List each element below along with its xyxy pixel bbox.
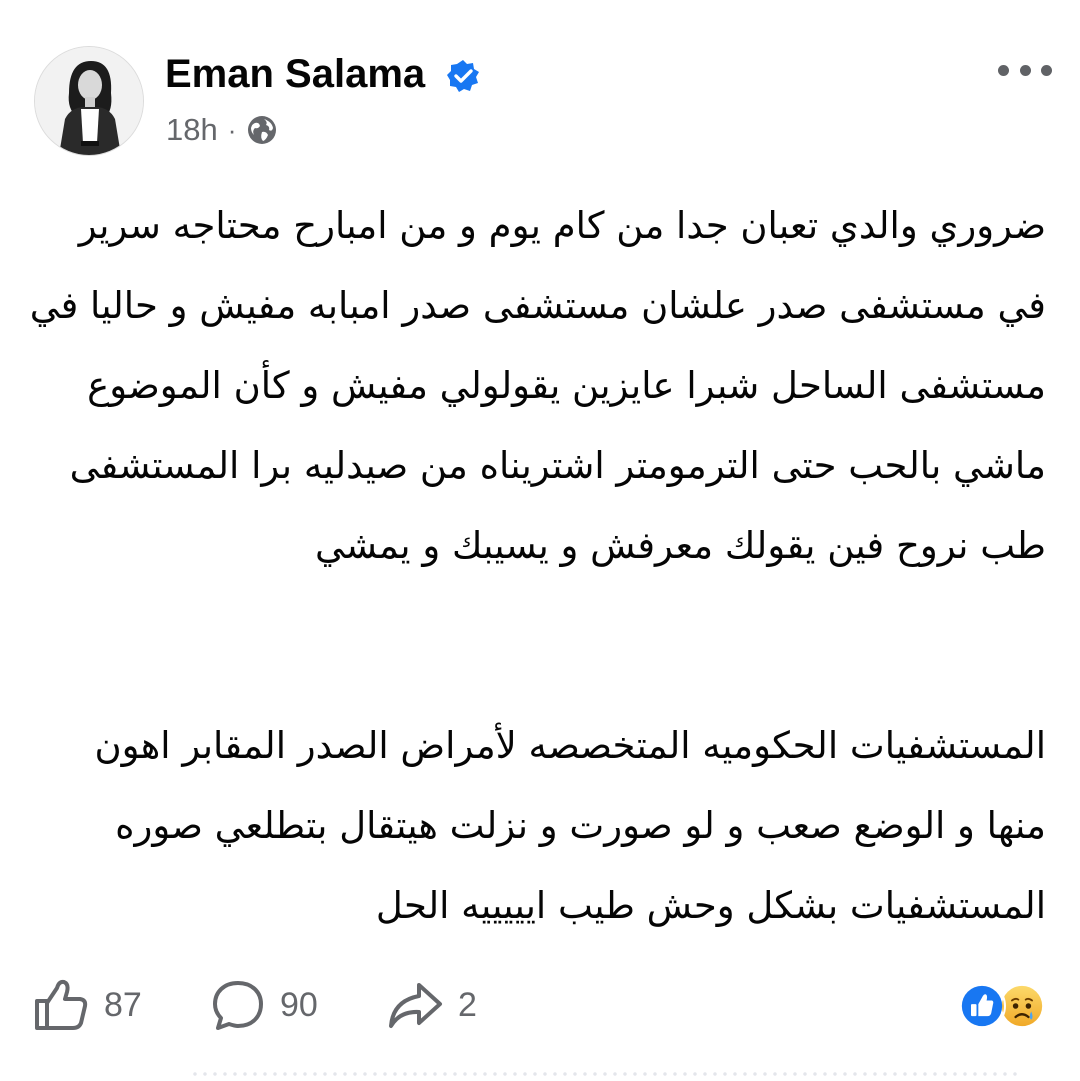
post-text-line: مستشفى الساحل شبرا عايزين يقولولي مفيش و… (87, 364, 1046, 407)
post-text-line: في مستشفى صدر علشان مستشفى صدر امبابه مف… (29, 284, 1046, 327)
post-text-line: طب نروح فين يقولك معرفش و يسيبك و يمشي (315, 524, 1046, 567)
more-dot (1019, 64, 1031, 76)
like-reaction-icon (958, 982, 1006, 1030)
like-button[interactable]: 87 (32, 975, 142, 1035)
comment-button[interactable]: 90 (210, 975, 318, 1035)
share-arrow-icon (389, 983, 442, 1028)
reaction-summary[interactable] (958, 980, 1054, 1032)
more-options-button[interactable] (998, 52, 1052, 88)
comment-bubble-icon (213, 981, 263, 1030)
thumbs-up-icon (35, 979, 88, 1030)
facebook-post: Eman Salama 18h · ضروري والدي تعبان جدا … (0, 0, 1080, 1081)
meta-separator: · (227, 114, 237, 145)
author-avatar[interactable] (34, 46, 144, 156)
more-dot (998, 64, 1009, 76)
post-text-line: المستشفيات الحكوميه المتخصصه لأمراض الصد… (94, 724, 1047, 767)
share-button[interactable]: 2 (386, 975, 477, 1035)
like-count: 87 (104, 985, 142, 1024)
verified-badge-icon (447, 60, 479, 92)
post-text-line: ماشي بالحب حتى الترمومتر اشتريناه من صيد… (69, 444, 1046, 487)
globe-icon (248, 116, 277, 144)
author-name[interactable]: Eman Salama (165, 50, 425, 98)
post-text: ضروري والدي تعبان جدا من كام يوم و من ام… (29, 186, 1047, 946)
more-dot (1041, 64, 1052, 76)
post-text-line: ضروري والدي تعبان جدا من كام يوم و من ام… (78, 204, 1046, 247)
post-meta: 18h · (166, 110, 278, 150)
post-text-line: المستشفيات بشكل وحش طيب ايييييه الحل (375, 884, 1046, 927)
post-text-line: منها و الوضع صعب و لو صورت و نزلت هيتقال… (115, 804, 1046, 847)
share-count: 2 (458, 985, 477, 1024)
comment-count: 90 (280, 985, 318, 1024)
bottom-divider (190, 1070, 1020, 1078)
author-photo (35, 47, 143, 155)
post-time[interactable]: 18h (166, 112, 218, 148)
